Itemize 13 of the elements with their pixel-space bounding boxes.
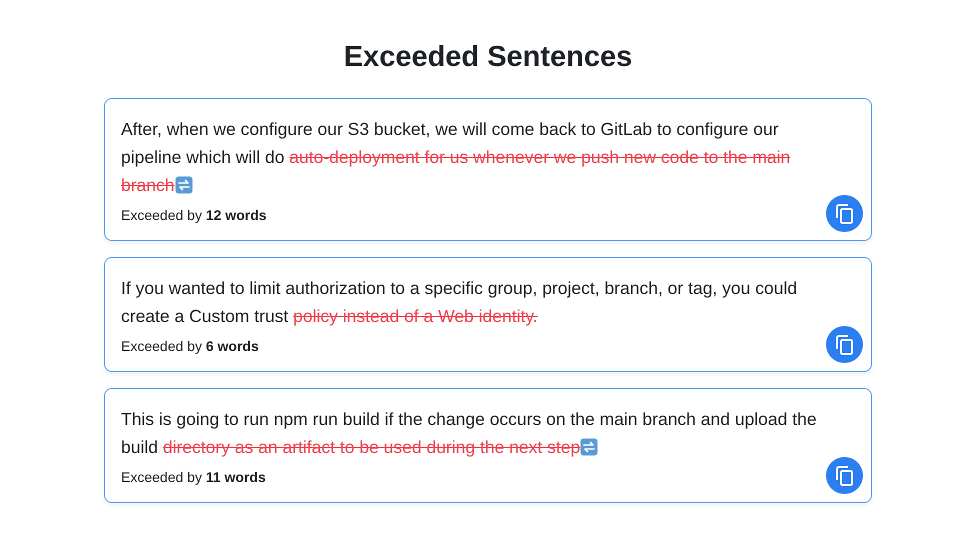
copy-button[interactable] [826,326,863,363]
exceeded-count: Exceeded by 12 words [121,206,267,225]
exceeded-count: Exceeded by 11 words [121,468,266,487]
copy-button[interactable] [826,457,863,494]
sentence-text: If you wanted to limit authorization to a specific group, project, branch, or tag, you could create a Custom trust policy instead of a Web identity. [121,277,798,328]
exceeded-count: Exceeded by 6 words [121,337,259,356]
copy-button[interactable] [826,195,863,232]
sentence-text: This is going to run npm run build if the change occurs on the main branch and upload the build directory as an artifact to be used during the next step [121,408,818,459]
sentence-text: After, when we configure our S3 bucket, we will come back to GitLab to configure our pipeline which will do auto-deployment for us whenever we push new code to the main branch [121,118,792,197]
copy-icon [836,334,854,354]
copy-icon [836,466,854,486]
page-title: Exceeded Sentences [344,40,632,75]
copy-icon [836,204,854,224]
